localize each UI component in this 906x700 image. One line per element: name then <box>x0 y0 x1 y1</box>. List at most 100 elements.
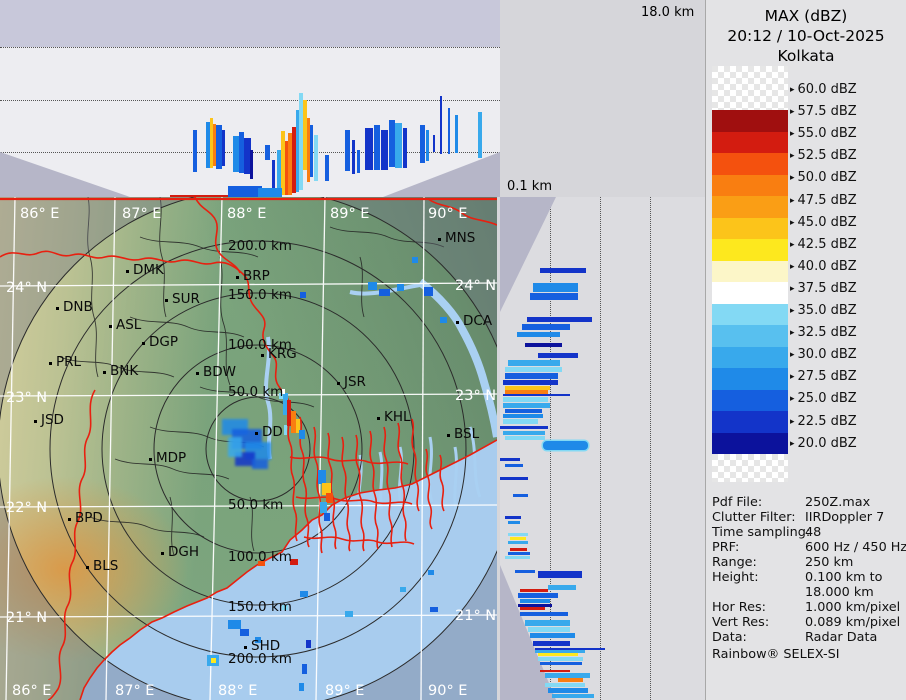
metadata-key: Range: <box>712 555 757 570</box>
latitude-label-left: 24° N <box>6 280 48 296</box>
city-label: MNS <box>445 230 476 246</box>
side-profile-bar <box>530 293 578 300</box>
city-dot <box>86 566 89 569</box>
metadata-row: 18.000 km <box>706 585 906 600</box>
side-profile-bar <box>500 477 528 480</box>
metadata-value: 0.100 km to <box>805 570 883 585</box>
city-label: DCA <box>463 313 493 329</box>
side-profile-bar <box>505 516 521 519</box>
metadata-row: PRF: 600 Hz / 450 Hz <box>706 540 906 555</box>
product-title: MAX (dBZ) <box>764 7 848 25</box>
city-label: BLS <box>93 558 119 574</box>
city-dot <box>255 432 258 435</box>
scale-tick-arrow-icon: ▸ <box>790 283 795 294</box>
color-swatch <box>712 217 788 239</box>
city-dot <box>103 371 106 374</box>
city-dot <box>196 372 199 375</box>
longitude-label-top: 88° E <box>227 206 267 222</box>
scale-tick-arrow-icon: ▸ <box>790 107 795 118</box>
scale-label: ▸ 60.0 dBZ <box>790 82 857 97</box>
city-dot <box>377 417 380 420</box>
city-dot <box>34 420 37 423</box>
color-swatch <box>712 153 788 175</box>
color-swatch <box>712 174 788 196</box>
longitude-label-bottom: 86° E <box>12 683 52 699</box>
scale-label: ▸ 27.5 dBZ <box>790 369 857 385</box>
scale-tick-arrow-icon: ▸ <box>790 151 795 162</box>
top-profile-bar <box>403 128 407 168</box>
metadata-key: Height: <box>712 570 759 585</box>
city-label: KHL <box>384 409 411 425</box>
scale-label: ▸ 32.5 dBZ <box>790 325 857 341</box>
city-label: SUR <box>172 291 200 307</box>
top-profile-bar <box>325 155 329 181</box>
top-profile-bar <box>310 125 313 177</box>
city-label: BDW <box>203 364 237 380</box>
scale-label: ▸ 57.5 dBZ <box>790 104 857 120</box>
color-swatch <box>712 389 788 411</box>
range-ring-label: 50.0 km <box>228 497 284 513</box>
top-profile-bar <box>448 108 450 154</box>
longitude-label-bottom: 89° E <box>325 683 365 699</box>
side-profile-bar <box>505 556 530 559</box>
side-profile-bar <box>500 426 548 429</box>
metadata-key: Vert Res: <box>712 615 770 630</box>
metadata-value: 1.000 km/pixel <box>805 600 901 615</box>
scale-tick-arrow-icon: ▸ <box>790 328 795 339</box>
side-profile-bar <box>540 670 570 672</box>
side-profile-bar <box>505 464 523 467</box>
metadata-value: 48 <box>805 525 822 540</box>
city-label: DD <box>262 424 283 440</box>
city-label: DGH <box>168 544 200 560</box>
city-dot <box>126 270 129 273</box>
color-swatch <box>712 346 788 368</box>
side-profile-bar <box>503 431 545 435</box>
city-dot <box>68 518 71 521</box>
scale-tick-arrow-icon: ▸ <box>790 261 795 272</box>
metadata-value: 18.000 km <box>805 585 874 600</box>
metadata-key: PRF: <box>712 540 740 555</box>
color-swatch <box>712 411 788 433</box>
side-profile-bar <box>545 683 585 687</box>
city-label: BRP <box>243 268 270 284</box>
top-profile-bar <box>440 96 442 154</box>
side-profile-bar <box>525 343 562 347</box>
top-profile-bar <box>365 128 373 170</box>
city-label: DMK <box>133 262 164 278</box>
station-name: Kolkata <box>777 47 835 65</box>
side-profile-bar <box>548 585 576 590</box>
metadata-row: Vert Res: 0.089 km/pixel <box>706 615 906 630</box>
scale-tick-arrow-icon: ▸ <box>790 438 795 449</box>
side-profile-bar <box>530 633 575 638</box>
latitude-label-left: 22° N <box>6 500 48 516</box>
city-dot <box>161 552 164 555</box>
top-profile-bar <box>374 125 380 170</box>
side-profile-bar <box>503 380 558 385</box>
side-profile-bar <box>533 641 570 646</box>
range-ring-label: 150.0 km <box>228 599 292 615</box>
top-height-profile-panel <box>0 0 500 197</box>
color-swatch <box>712 196 788 218</box>
metadata-key: Clutter Filter: <box>712 510 796 525</box>
map-label-layer: DMK DNB SUR ASL DGP PRL BNK BDW JSD MDP BRP KRG JSR K… <box>0 197 497 700</box>
side-gridline-12km <box>600 197 601 700</box>
top-profile-bar <box>265 145 270 160</box>
city-dot <box>142 342 145 345</box>
city-dot <box>447 434 450 437</box>
metadata-value: 0.089 km/pixel <box>805 615 901 630</box>
city-label: DNB <box>63 299 93 315</box>
city-label: ASL <box>116 317 142 333</box>
color-swatch-above-max <box>712 66 788 110</box>
metadata-row: Pdf File: 250Z.max <box>706 495 906 510</box>
side-profile-bar <box>503 397 548 402</box>
longitude-label-bottom: 87° E <box>115 683 155 699</box>
scale-label: ▸ 22.5 dBZ <box>790 413 857 429</box>
latitude-label-right: 24° N <box>455 278 497 294</box>
scale-tick-arrow-icon: ▸ <box>790 372 795 383</box>
side-profile-bar <box>503 403 550 408</box>
side-profile-bar <box>503 419 538 424</box>
side-profile-bar <box>540 268 586 273</box>
metadata-key: Hor Res: <box>712 600 766 615</box>
side-profile-bar <box>538 653 578 656</box>
color-swatch <box>712 239 788 261</box>
